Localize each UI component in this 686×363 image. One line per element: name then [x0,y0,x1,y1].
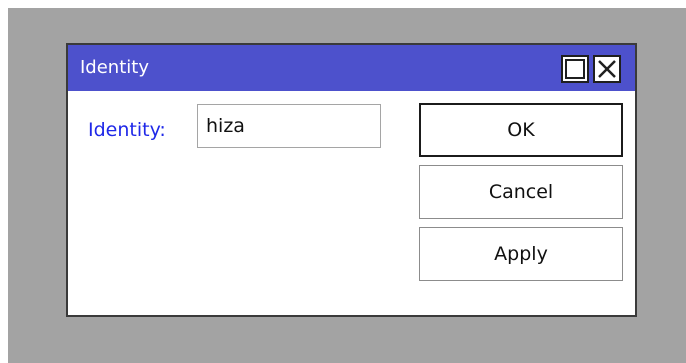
identity-input[interactable] [197,104,381,148]
restore-icon [565,59,585,79]
dialog-title: Identity [80,57,149,78]
apply-button[interactable]: Apply [419,227,623,281]
identity-dialog: Identity Identity: OK Cancel Apply [66,43,637,317]
restore-button[interactable] [561,55,589,83]
ok-button[interactable]: OK [419,103,623,157]
close-button[interactable] [593,55,621,83]
identity-label: Identity: [88,119,166,141]
cancel-button[interactable]: Cancel [419,165,623,219]
close-icon [598,60,616,78]
dialog-titlebar[interactable]: Identity [68,45,635,91]
